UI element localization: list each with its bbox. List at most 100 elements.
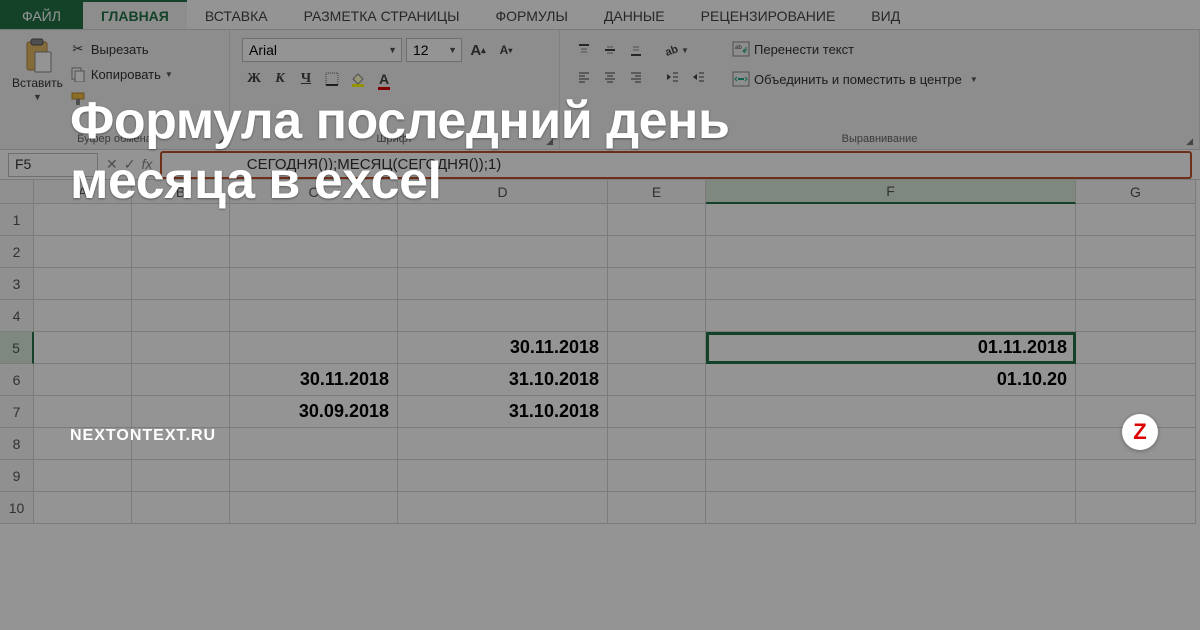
italic-button[interactable]: К <box>268 67 292 91</box>
indent-increase-button[interactable] <box>686 65 710 89</box>
cell-f7[interactable] <box>706 396 1076 428</box>
align-center-button[interactable] <box>598 65 622 89</box>
cell-a2[interactable] <box>34 236 132 268</box>
cell-g10[interactable] <box>1076 492 1196 524</box>
row-header[interactable]: 9 <box>0 460 34 492</box>
font-size-select[interactable]: 12▼ <box>406 38 462 62</box>
cell-c10[interactable] <box>230 492 398 524</box>
bold-button[interactable]: Ж <box>242 67 266 91</box>
shrink-font-button[interactable]: A▾ <box>494 38 518 62</box>
cell-c3[interactable] <box>230 268 398 300</box>
cell-a10[interactable] <box>34 492 132 524</box>
cell-d5[interactable]: 30.11.2018 <box>398 332 608 364</box>
cell-b9[interactable] <box>132 460 230 492</box>
cell-a5[interactable] <box>34 332 132 364</box>
row-header[interactable]: 8 <box>0 428 34 460</box>
row-header[interactable]: 3 <box>0 268 34 300</box>
cell-a3[interactable] <box>34 268 132 300</box>
cell-e9[interactable] <box>608 460 706 492</box>
tab-data[interactable]: ДАННЫЕ <box>586 0 683 29</box>
cell-c6[interactable]: 30.11.2018 <box>230 364 398 396</box>
cell-f8[interactable] <box>706 428 1076 460</box>
cell-g1[interactable] <box>1076 204 1196 236</box>
dialog-launcher-icon[interactable]: ◢ <box>1186 136 1193 147</box>
cell-b4[interactable] <box>132 300 230 332</box>
cell-d4[interactable] <box>398 300 608 332</box>
row-header[interactable]: 10 <box>0 492 34 524</box>
cell-b10[interactable] <box>132 492 230 524</box>
cell-b5[interactable] <box>132 332 230 364</box>
font-name-select[interactable]: Arial▼ <box>242 38 402 62</box>
cell-f5[interactable]: 01.11.2018 <box>706 332 1076 364</box>
cell-a4[interactable] <box>34 300 132 332</box>
cut-button[interactable]: ✂ Вырезать <box>69 38 173 60</box>
grow-font-button[interactable]: A▴ <box>466 38 490 62</box>
indent-decrease-button[interactable] <box>660 65 684 89</box>
cell-d7[interactable]: 31.10.2018 <box>398 396 608 428</box>
borders-button[interactable] <box>320 67 344 91</box>
cell-g4[interactable] <box>1076 300 1196 332</box>
cell-g9[interactable] <box>1076 460 1196 492</box>
tab-review[interactable]: РЕЦЕНЗИРОВАНИЕ <box>683 0 854 29</box>
align-bottom-button[interactable] <box>624 38 648 62</box>
cell-g5[interactable] <box>1076 332 1196 364</box>
align-top-button[interactable] <box>572 38 596 62</box>
cell-b2[interactable] <box>132 236 230 268</box>
orientation-button[interactable]: ab▼ <box>660 38 692 62</box>
cell-b3[interactable] <box>132 268 230 300</box>
align-left-button[interactable] <box>572 65 596 89</box>
cell-c9[interactable] <box>230 460 398 492</box>
select-all-corner[interactable] <box>0 180 34 204</box>
paste-button[interactable]: Вставить ▼ <box>12 38 63 102</box>
col-header-g[interactable]: G <box>1076 180 1196 204</box>
cell-g2[interactable] <box>1076 236 1196 268</box>
cell-g6[interactable] <box>1076 364 1196 396</box>
cell-f10[interactable] <box>706 492 1076 524</box>
copy-button[interactable]: Копировать ▼ <box>69 63 173 85</box>
cell-a6[interactable] <box>34 364 132 396</box>
cell-e2[interactable] <box>608 236 706 268</box>
cell-f9[interactable] <box>706 460 1076 492</box>
tab-formulas[interactable]: ФОРМУЛЫ <box>477 0 585 29</box>
cell-c2[interactable] <box>230 236 398 268</box>
tab-insert[interactable]: ВСТАВКА <box>187 0 286 29</box>
cell-c5[interactable] <box>230 332 398 364</box>
cell-f2[interactable] <box>706 236 1076 268</box>
col-header-f[interactable]: F <box>706 180 1076 204</box>
cell-e6[interactable] <box>608 364 706 396</box>
cell-e4[interactable] <box>608 300 706 332</box>
cell-b7[interactable] <box>132 396 230 428</box>
align-middle-button[interactable] <box>598 38 622 62</box>
cell-d6[interactable]: 31.10.2018 <box>398 364 608 396</box>
wrap-text-button[interactable]: ab Перенести текст <box>732 38 978 60</box>
row-header[interactable]: 4 <box>0 300 34 332</box>
merge-center-button[interactable]: Объединить и поместить в центре ▼ <box>732 68 978 90</box>
cell-c7[interactable]: 30.09.2018 <box>230 396 398 428</box>
cell-f1[interactable] <box>706 204 1076 236</box>
cell-e10[interactable] <box>608 492 706 524</box>
fill-color-button[interactable] <box>346 67 370 91</box>
row-header[interactable]: 7 <box>0 396 34 428</box>
cell-b6[interactable] <box>132 364 230 396</box>
font-color-button[interactable]: A <box>372 67 396 91</box>
cell-e5[interactable] <box>608 332 706 364</box>
underline-button[interactable]: Ч <box>294 67 318 91</box>
cell-d3[interactable] <box>398 268 608 300</box>
tab-file[interactable]: ФАЙЛ <box>0 0 83 29</box>
cell-d2[interactable] <box>398 236 608 268</box>
row-header[interactable]: 1 <box>0 204 34 236</box>
cell-f6[interactable]: 01.10.20 <box>706 364 1076 396</box>
cell-c4[interactable] <box>230 300 398 332</box>
cell-f4[interactable] <box>706 300 1076 332</box>
cell-a7[interactable] <box>34 396 132 428</box>
cell-f3[interactable] <box>706 268 1076 300</box>
cell-a9[interactable] <box>34 460 132 492</box>
cell-d8[interactable] <box>398 428 608 460</box>
tab-home[interactable]: ГЛАВНАЯ <box>83 0 187 29</box>
cell-e7[interactable] <box>608 396 706 428</box>
row-header[interactable]: 5 <box>0 332 34 364</box>
cell-d10[interactable] <box>398 492 608 524</box>
tab-page-layout[interactable]: РАЗМЕТКА СТРАНИЦЫ <box>286 0 478 29</box>
cell-c8[interactable] <box>230 428 398 460</box>
cell-e8[interactable] <box>608 428 706 460</box>
